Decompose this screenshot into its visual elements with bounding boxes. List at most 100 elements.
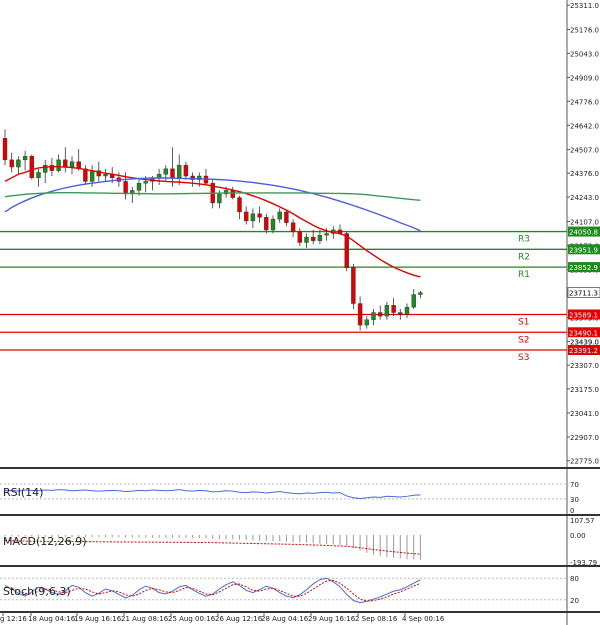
candle-body [404,306,410,315]
candle-body [357,303,363,326]
candle-body [230,190,236,198]
candle-body [411,294,416,308]
time-tick-label: 21 Aug 08:16 [121,615,169,623]
price-tick-label: 24376.0 [570,170,599,178]
candle-body [351,267,356,304]
macd-panel: MACD(12,26,9) [3,534,421,560]
level-price-label: 23589.1 [569,311,598,319]
candle-body [63,159,68,168]
candle-body [297,231,302,243]
candle-body [183,165,189,177]
candle-body [250,213,256,222]
time-tick-label: 4 Sep 00:16 [402,615,445,623]
rsi-line [4,489,421,500]
candle-body [344,233,349,268]
macd-tick-label: -193.79 [570,559,597,567]
candle-body [156,174,162,179]
time-tick-label: 18 Aug 04:16 [28,615,76,623]
level-name-s2: S2 [518,335,529,345]
candle-body [217,193,222,204]
level-price-label: 24050.8 [569,229,598,237]
price-tick-label: 22907.0 [570,434,599,442]
price-tick-label: 24243.0 [570,194,599,202]
candle-body [284,211,289,223]
candle-body [123,181,128,195]
level-price-label: 23852.9 [569,264,598,272]
candle-body [243,211,249,222]
candle-body [22,156,28,161]
candle-body [136,183,142,191]
level-price-label: 23490.1 [569,329,598,337]
candle-body [257,213,262,218]
level-name-s1: S1 [518,317,529,327]
candle-body [270,218,276,231]
price-tick-label: 24776.0 [570,98,599,106]
price-tick-label: 23041.0 [570,410,599,418]
candle-body [56,159,61,171]
candle-body [311,236,316,241]
macd-tick-label: 107.57 [570,517,595,525]
trading-chart: R3 R2 R1 S1 S2 S3 RSI(14) MACD(12,26,9) Stoch… [0,0,600,625]
candle-body [418,292,423,295]
candle-body [264,217,269,231]
level-name-s3: S3 [518,353,529,363]
candle-body [103,174,108,177]
level-price-label: 23951.9 [569,246,598,254]
price-tick-label: 25311.0 [570,2,599,10]
time-tick-label: g 12:16 [0,615,27,623]
candle-body [29,156,34,179]
candle-body [2,138,8,161]
candle-body [317,235,323,241]
candle-body [237,197,242,213]
time-tick-label: 28 Aug 04:16 [261,615,309,623]
price-tick-label: 22775.0 [570,458,599,466]
candle-body [143,181,148,184]
price-tick-label: 24642.0 [570,122,599,130]
price-tick-label: 24507.0 [570,147,599,155]
candle-body [371,312,376,320]
level-name-r3: R3 [518,235,530,245]
time-tick-label: 2 Sep 08:16 [355,615,398,623]
rsi-tick-label: 70 [570,481,579,489]
candle-body [277,211,282,220]
time-tick-label: 26 Aug 12:16 [215,615,263,623]
stoch-tick-label: 20 [570,597,579,605]
price-tick-label: 24107.0 [570,218,599,226]
candle-body [89,170,95,182]
axes: 25311.0 25176.0 25043.0 24909.0 24776.0 24642… [0,0,600,625]
candle-body [384,305,390,317]
macd-tick-label: 0.00 [570,532,586,540]
stoch-panel: Stoch(9,6,3) [0,577,567,604]
candle-body [170,168,175,179]
price-tick-label: 25176.0 [570,26,599,34]
candle-body [398,312,403,315]
rsi-tick-label: 0 [570,507,574,515]
rsi-tick-label: 30 [570,496,579,504]
time-tick-label: 29 Aug 16:16 [308,615,356,623]
stoch-tick-label: 80 [570,575,579,583]
current-price-label: 23711.3 [569,290,598,298]
candle-body [9,159,14,168]
price-tick-label: 23175.0 [570,386,599,394]
time-tick-label: 19 Aug 16:16 [74,615,122,623]
macd-label: MACD(12,26,9) [3,535,87,548]
candle-body [324,233,329,236]
stoch-label: Stoch(9,6,3) [3,585,71,598]
time-tick-label: 25 Aug 00:16 [168,615,216,623]
level-name-r1: R1 [518,270,530,280]
price-tick-label: 23307.0 [570,362,599,370]
candle-body [163,168,169,175]
candle-body [176,165,182,179]
level-price-label: 23391.2 [569,347,598,355]
candle-body [304,236,309,243]
candle-body [36,172,41,179]
price-panel: R3 R2 R1 S1 S2 S3 [0,129,567,363]
price-tick-label: 25043.0 [570,50,599,58]
level-name-r2: R2 [518,252,530,262]
candle-body [16,159,21,168]
rsi-panel: RSI(14) [0,483,567,500]
candle-body [290,222,296,232]
candle-body [83,168,88,182]
candle-body [364,319,369,326]
candle-body [391,305,396,313]
